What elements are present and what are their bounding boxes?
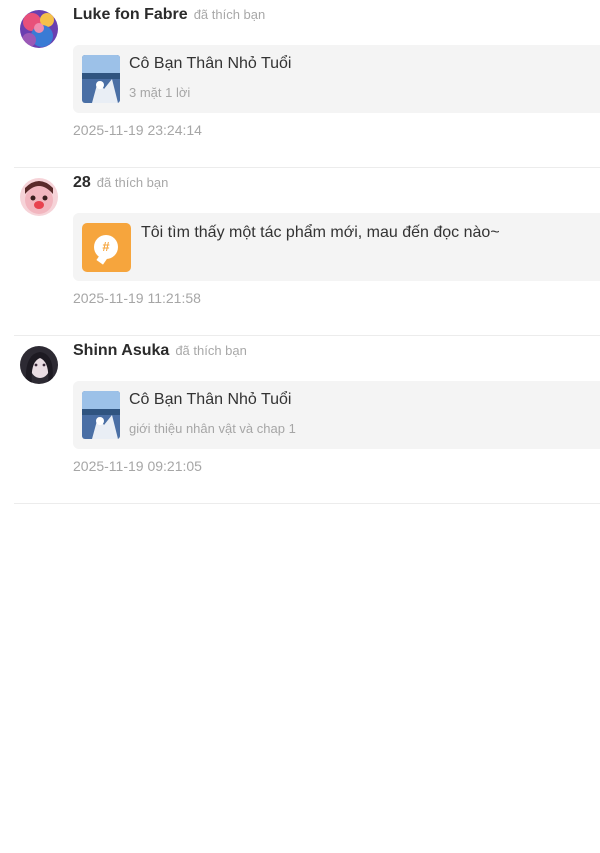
notification-header: Shinn Asuka đã thích bạn [73,342,247,360]
timestamp: 2025-11-19 11:21:58 [73,290,201,306]
user-avatar[interactable] [20,346,58,384]
notification-header: Luke fon Fabre đã thích bạn [73,6,265,24]
notification-item[interactable]: Luke fon Fabre đã thích bạn Cô Bạn Thân N… [14,0,600,168]
cover-thumbnail-icon [82,55,120,103]
hashtag-bubble-icon: # [82,223,131,272]
user-name[interactable]: Shinn Asuka [73,342,169,359]
notification-action: đã thích bạn [175,343,247,358]
work-title: Cô Bạn Thân Nhỏ Tuổi [129,55,292,72]
notification-action: đã thích bạn [96,175,169,190]
work-title: Cô Bạn Thân Nhỏ Tuổi [129,391,292,408]
user-name[interactable]: Luke fon Fabre [73,6,188,23]
notification-item[interactable]: Shinn Asuka đã thích bạn Cô Bạn Thân Nhỏ … [14,336,600,504]
notification-list: Luke fon Fabre đã thích bạn Cô Bạn Thân N… [0,0,600,504]
timestamp: 2025-11-19 09:21:05 [73,458,202,474]
timestamp: 2025-11-19 23:24:14 [73,122,202,138]
user-avatar[interactable] [20,178,58,216]
work-card[interactable]: Cô Bạn Thân Nhỏ Tuổi giới thiệu nhân vật… [73,381,600,449]
post-text: Tôi tìm thấy một tác phẩm mới, mau đến đ… [141,224,500,241]
cover-thumbnail-icon [82,391,120,439]
notification-header: 28 đã thích bạn [73,174,168,192]
post-card[interactable]: # Tôi tìm thấy một tác phẩm mới, mau đến… [73,213,600,281]
work-card[interactable]: Cô Bạn Thân Nhỏ Tuổi 3 mặt 1 lời [73,45,600,113]
chapter-title: giới thiệu nhân vật và chap 1 [129,421,296,436]
user-avatar[interactable] [20,10,58,48]
user-name[interactable]: 28 [73,174,91,191]
notification-item[interactable]: 28 đã thích bạn # Tôi tìm thấy một tác ph… [14,168,600,336]
chapter-title: 3 mặt 1 lời [129,85,191,100]
notification-action: đã thích bạn [193,7,266,22]
